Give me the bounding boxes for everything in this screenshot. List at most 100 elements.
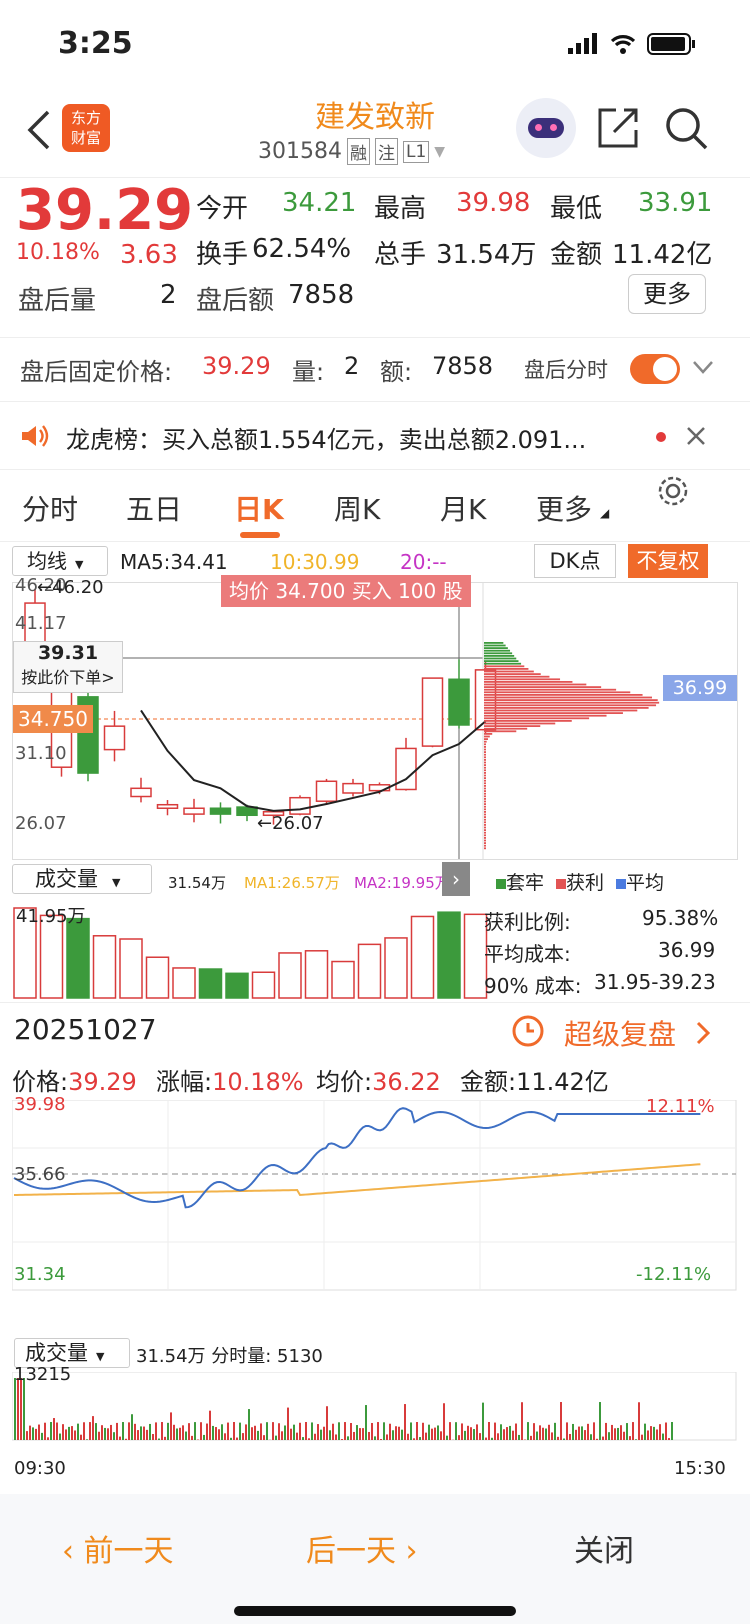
chip-panel: 套牢 获利 平均 获利比例: 95.38% 平均成本: 36.99 90% 成本… [484, 642, 750, 1002]
candle-body [421, 677, 444, 747]
chevron-down-icon[interactable] [692, 360, 714, 376]
dk-point-button[interactable]: DK点 [534, 544, 616, 578]
tab-more[interactable]: 更多 [536, 488, 592, 528]
minute-volume-bar [626, 1423, 628, 1440]
candle-body [183, 807, 205, 815]
minute-volume-bar [113, 1432, 115, 1440]
minute-volume-bar [203, 1434, 205, 1440]
profit-ratio-value: 95.38% [642, 906, 719, 930]
tab-daily-k[interactable]: 日K [234, 488, 284, 528]
minute-volume-bar [659, 1424, 661, 1440]
minute-volume-bar [494, 1422, 496, 1440]
candle-body [103, 725, 126, 751]
volume-ma2: MA2:19.95万 [354, 874, 450, 892]
minute-volume-bar [338, 1422, 340, 1440]
chip-bar [484, 681, 573, 683]
minute-volume-bar [656, 1429, 658, 1440]
minute-volume-bar [125, 1438, 127, 1440]
super-replay-link[interactable]: 超级复盘 [564, 1013, 676, 1053]
chip-bar [484, 686, 602, 688]
minute-bottom-price: 31.34 [14, 1264, 66, 1285]
minute-volume-bar [668, 1438, 670, 1440]
tab-weekly-k[interactable]: 周K [334, 488, 380, 528]
minute-mid-price: 35.66 [14, 1164, 66, 1185]
robot-avatar-icon[interactable] [516, 98, 576, 158]
minute-volume-bar [623, 1431, 625, 1440]
after-hours-label: 盘后固定价格: [20, 358, 173, 386]
tab-five-day[interactable]: 五日 [126, 488, 182, 528]
minute-volume-bar [104, 1427, 106, 1440]
volume-select[interactable]: 成交量 ▼ [12, 864, 152, 894]
minute-volume-bar [497, 1433, 499, 1440]
minute-volume-bar [140, 1426, 142, 1440]
chip-bar [484, 704, 657, 707]
after-hours-toggle[interactable] [630, 354, 680, 384]
minute-volume-bar [302, 1437, 304, 1440]
minute-volume-max: 13215 [14, 1364, 72, 1385]
volume-bar [278, 952, 302, 999]
chip-bar [484, 826, 486, 829]
minute-volume-bar [299, 1422, 301, 1440]
chip-bar [484, 712, 623, 714]
after-hours-amt: 7858 [432, 352, 494, 380]
chip-bar [484, 642, 504, 644]
settings-gear-icon[interactable] [656, 474, 690, 508]
y-label-2: 41.17 [15, 613, 67, 634]
volume-bar [119, 938, 143, 999]
minute-volume-bar [506, 1427, 508, 1440]
tab-indicator [240, 532, 280, 538]
minute-volume-bar [644, 1423, 646, 1440]
crosshair-price-box[interactable]: 39.31 按此价下单> [13, 641, 123, 693]
chip-bar [484, 766, 486, 769]
minute-volume-bar [479, 1433, 481, 1440]
ma5-value: MA5:34.41 [120, 550, 228, 574]
history-icon[interactable] [510, 1013, 546, 1049]
status-bar: 3:25 [0, 0, 750, 90]
search-icon[interactable] [664, 106, 708, 150]
order-hint: 按此价下单> [21, 668, 115, 687]
minute-volume-bar [476, 1424, 478, 1440]
share-icon[interactable] [596, 106, 640, 150]
minute-volume-bar [173, 1424, 175, 1440]
minute-volume-bar [428, 1424, 430, 1440]
minute-volume-bar [98, 1431, 100, 1440]
change-amount: 3.63 [120, 240, 178, 270]
close-icon[interactable] [686, 426, 706, 446]
expand-panel-icon[interactable]: › [442, 862, 470, 896]
chip-bar [484, 769, 486, 772]
tab-monthly-k[interactable]: 月K [440, 488, 486, 528]
ma-select[interactable]: 均线 ▼ [12, 546, 108, 576]
cost-range-label: 90% 成本: [484, 974, 582, 998]
chip-bar [484, 816, 486, 818]
dropdown-icon[interactable]: ▼ [434, 144, 445, 160]
minute-volume-bar [527, 1422, 529, 1440]
minute-volume-bar [101, 1425, 103, 1440]
minute-chart[interactable]: 39.98 35.66 31.34 12.11% -12.11% [12, 1094, 738, 1332]
minute-volume-svg [12, 1372, 737, 1441]
minute-volume-toolbar: 成交量 ▼ 31.54万 分时量: 5130 [12, 1336, 738, 1372]
minute-volume-bar [617, 1427, 619, 1440]
volume-bar [331, 960, 355, 999]
minute-volume-bar [458, 1435, 460, 1440]
minute-volume-bar [47, 1437, 49, 1440]
last-price: 39.29 [16, 178, 194, 243]
chip-bar [484, 733, 493, 735]
back-icon[interactable] [24, 110, 54, 150]
close-button[interactable]: 关闭 [574, 1526, 634, 1570]
chip-bar [484, 670, 534, 673]
prev-day-button[interactable]: ‹ 前一天 [62, 1526, 174, 1570]
chip-bar [484, 675, 550, 678]
minute-volume-bar [158, 1438, 160, 1440]
chip-bar [484, 813, 486, 816]
minute-volume-bar [614, 1428, 616, 1440]
eastmoney-logo: 东方 财富 [62, 104, 110, 152]
minute-volume-bar [500, 1424, 502, 1440]
minute-volume-bar [161, 1422, 163, 1440]
dragon-tiger-bar[interactable]: 龙虎榜：买入总额1.554亿元，卖出总额2.091... [0, 402, 750, 470]
tab-minute[interactable]: 分时 [22, 488, 78, 528]
no-adjust-button[interactable]: 不复权 [628, 544, 708, 578]
chevron-right-icon[interactable] [696, 1021, 712, 1045]
next-day-button[interactable]: 后一天 › [306, 1526, 418, 1570]
after-hours-vol: 2 [344, 352, 360, 380]
more-button[interactable]: 更多 [628, 274, 706, 314]
